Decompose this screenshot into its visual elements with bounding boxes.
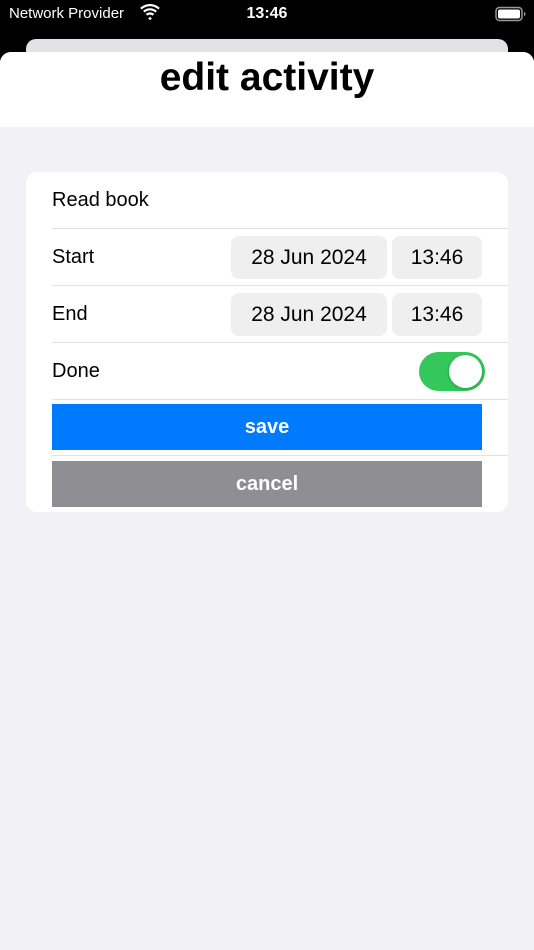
row-divider <box>52 399 508 400</box>
start-label: Start <box>52 246 95 268</box>
status-bar: Network Provider 13:46 <box>0 0 534 30</box>
row-divider <box>52 455 508 456</box>
done-row: Done <box>26 343 508 400</box>
done-label: Done <box>52 360 100 382</box>
save-button[interactable]: save <box>52 404 482 450</box>
status-time: 13:46 <box>246 5 288 22</box>
activity-name-field[interactable]: Read book <box>52 172 149 229</box>
toggle-knob <box>449 355 482 388</box>
start-time-picker[interactable]: 13:46 <box>392 236 482 279</box>
end-time-picker[interactable]: 13:46 <box>392 293 482 336</box>
start-row: Start 28 Jun 2024 13:46 <box>26 229 508 286</box>
end-date-picker[interactable]: 28 Jun 2024 <box>231 293 387 336</box>
battery-icon <box>495 6 526 22</box>
start-date-picker[interactable]: 28 Jun 2024 <box>231 236 387 279</box>
activity-form: Read book Start 28 Jun 2024 13:46 End 28… <box>26 172 508 512</box>
page-title: edit activity <box>159 56 375 99</box>
end-label: End <box>52 303 88 325</box>
end-row: End 28 Jun 2024 13:46 <box>26 286 508 343</box>
activity-name-row[interactable]: Read book <box>26 172 508 229</box>
edit-activity-sheet: edit activity Read book Start 28 Jun 202… <box>0 52 534 950</box>
done-toggle[interactable] <box>419 352 485 391</box>
nav-header: edit activity <box>0 52 534 127</box>
cancel-button[interactable]: cancel <box>52 461 482 507</box>
